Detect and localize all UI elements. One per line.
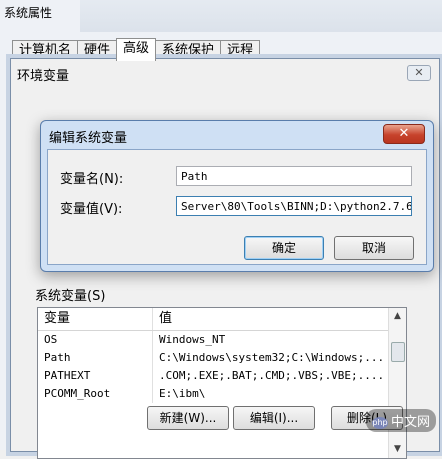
variable-name-label: 变量名(N): (60, 172, 124, 187)
variable-value: .COM;.EXE;.BAT;.CMD;.VBS;.VBE;.... (159, 369, 385, 382)
system-variables-label: 系统变量(S) (35, 289, 106, 304)
edit-system-variable-dialog: 编辑系统变量 ✕ 变量名(N): Path 变量值(V): Server\80\… (40, 120, 434, 272)
variable-name: OS (38, 331, 153, 349)
table-header: 变量 值 (38, 308, 406, 331)
variable-name: Path (38, 349, 153, 367)
variable-value: Windows_NT (159, 333, 226, 346)
system-variables-table[interactable]: 变量 值 OS Windows_NT Path C:\Windows\syste… (37, 307, 407, 459)
scroll-thumb[interactable] (391, 342, 405, 362)
site-watermark: php 中文网 (365, 409, 436, 432)
table-row[interactable]: OS Windows_NT (38, 331, 406, 349)
variable-value-field[interactable]: Server\80\Tools\BINN;D:\python2.7.6 (176, 196, 412, 216)
table-row[interactable]: PATHEXT .COM;.EXE;.BAT;.CMD;.VBS;.VBE;..… (38, 367, 406, 385)
cancel-button[interactable]: 取消 (334, 236, 414, 260)
new-button[interactable]: 新建(W)... (147, 406, 229, 430)
vertical-scrollbar[interactable]: ▲ ▼ (388, 308, 406, 458)
variable-name: PCOMM_Root (38, 385, 153, 403)
variable-name-field[interactable]: Path (176, 166, 412, 186)
variable-value: C:\Windows\system32;C:\Windows;... (159, 351, 385, 364)
variable-name: PATHEXT (38, 367, 153, 385)
close-icon[interactable]: ✕ (383, 124, 425, 144)
column-header-value[interactable]: 值 (153, 308, 406, 330)
watermark-text: 中文网 (390, 415, 430, 430)
variable-value-label: 变量值(V): (60, 202, 123, 217)
dialog-body: 变量名(N): Path 变量值(V): Server\80\Tools\BIN… (47, 149, 427, 265)
variable-value: E:\ibm\ (159, 387, 206, 400)
edit-button[interactable]: 编辑(I)... (233, 406, 315, 430)
system-properties-window: 系统属性 计算机名 硬件 高级 系统保护 远程 环境变量 ✕ 系统变量(S) 变… (0, 0, 442, 459)
background-blur (80, 0, 442, 32)
window-title: 系统属性 (4, 6, 53, 20)
tab-advanced[interactable]: 高级 (116, 38, 157, 61)
close-icon[interactable]: ✕ (407, 65, 431, 81)
column-header-variable[interactable]: 变量 (38, 308, 153, 330)
dialog-title: 编辑系统变量 (49, 131, 128, 146)
scroll-up-icon[interactable]: ▲ (389, 308, 406, 325)
php-logo-icon: php (371, 416, 388, 429)
table-row[interactable]: Path C:\Windows\system32;C:\Windows;... (38, 349, 406, 367)
table-row[interactable]: PCOMM_Root E:\ibm\ (38, 385, 406, 403)
ok-button[interactable]: 确定 (244, 236, 324, 260)
env-window-title: 环境变量 (17, 69, 70, 84)
